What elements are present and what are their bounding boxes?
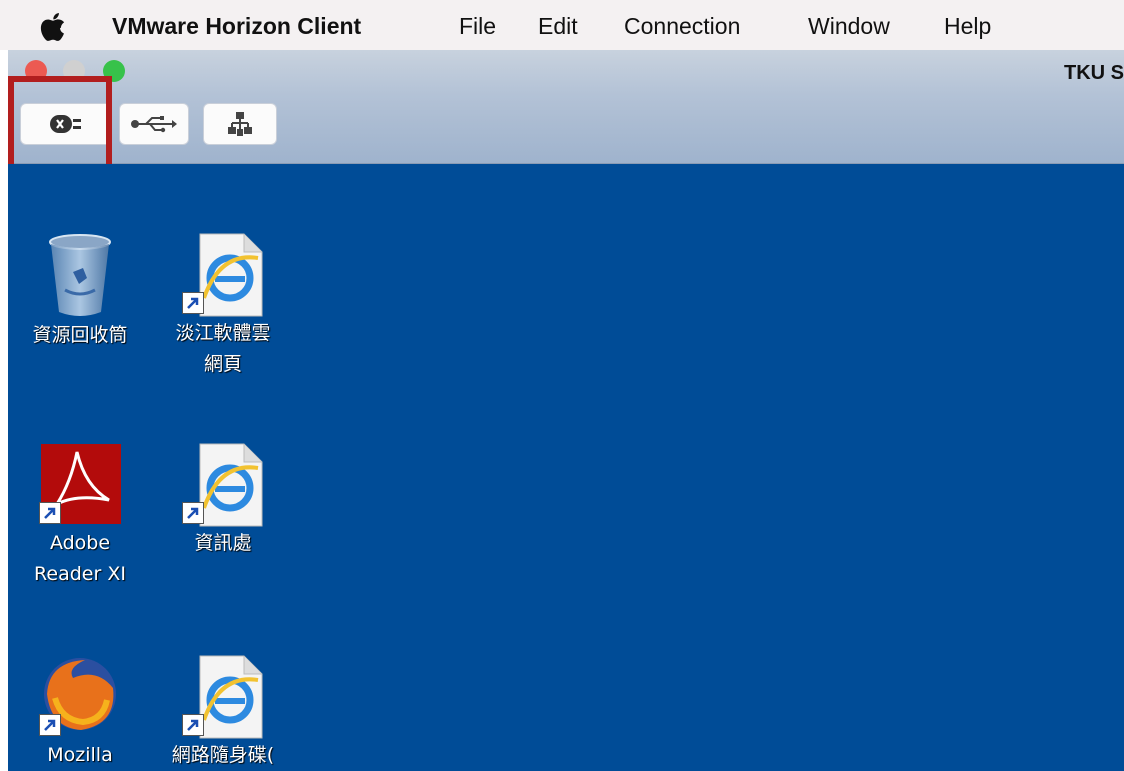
- apple-icon[interactable]: [40, 13, 66, 41]
- menu-app-name[interactable]: VMware Horizon Client: [112, 12, 361, 40]
- icon-label: 淡江軟體雲 網頁: [175, 322, 271, 375]
- icon-label: 網路隨身碟(: [171, 744, 275, 766]
- recycle-bin-icon: [49, 234, 111, 316]
- usb-button[interactable]: [119, 103, 189, 145]
- mac-menu-bar: VMware Horizon Client File Edit Connecti…: [0, 0, 1124, 50]
- usb-icon: [131, 116, 177, 133]
- icon-label: Mozilla: [47, 744, 113, 766]
- highlight-box: [8, 76, 112, 172]
- icon-label: 資源回收筒: [32, 324, 128, 346]
- shortcut-arrow-icon: [39, 714, 61, 736]
- menu-window[interactable]: Window: [808, 12, 890, 40]
- icon-label: Adobe Reader XI: [34, 532, 126, 585]
- network-icon: [228, 112, 252, 136]
- shortcut-arrow-icon: [182, 502, 204, 524]
- icon-label: 資訊處: [194, 532, 252, 554]
- shortcut-arrow-icon: [39, 502, 61, 524]
- desktop-icon-network-drive[interactable]: 網路隨身碟(: [163, 654, 283, 771]
- menu-help[interactable]: Help: [944, 12, 991, 40]
- desktop-icon-tku-cloud[interactable]: 淡江軟體雲 網頁: [163, 232, 283, 380]
- menu-edit[interactable]: Edit: [538, 12, 578, 40]
- window-title: TKU S: [1064, 62, 1124, 84]
- shortcut-arrow-icon: [182, 292, 204, 314]
- network-button[interactable]: [203, 103, 277, 145]
- shortcut-arrow-icon: [182, 714, 204, 736]
- desktop-icon-adobe-reader[interactable]: Adobe Reader XI: [20, 442, 140, 590]
- desktop-icon-info-office[interactable]: 資訊處: [163, 442, 283, 559]
- desktop-icon-firefox[interactable]: Mozilla: [20, 654, 140, 771]
- desktop-icon-recycle-bin[interactable]: 資源回收筒: [20, 232, 140, 351]
- menu-connection[interactable]: Connection: [624, 12, 740, 40]
- menu-file[interactable]: File: [459, 12, 496, 40]
